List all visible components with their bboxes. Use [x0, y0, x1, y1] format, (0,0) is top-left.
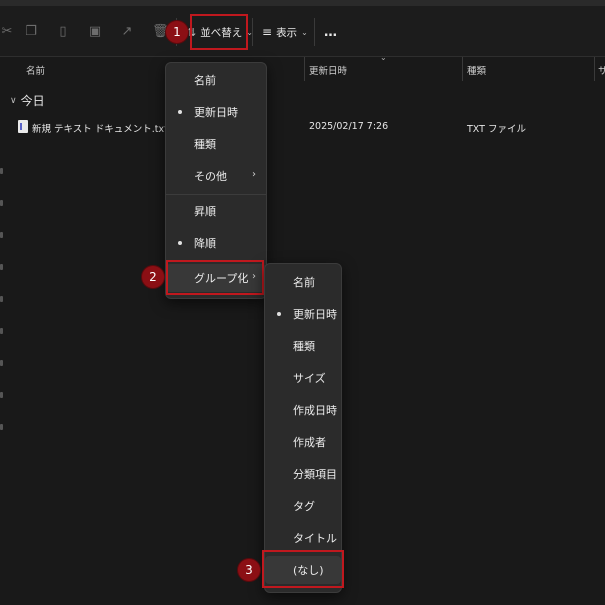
chevron-down-icon: ∨ [10, 95, 17, 106]
navigation-pane-edge [0, 160, 6, 440]
rename-icon[interactable]: ▣ [88, 24, 102, 40]
toolbar-separator [252, 18, 253, 46]
group-menu-item-name[interactable]: 名前 [265, 268, 341, 296]
menu-separator [166, 194, 266, 195]
file-name: 新規 テキスト ドキュメント.txt [32, 124, 168, 135]
none-option-highlight [262, 550, 344, 588]
nav-chevron-icon[interactable] [0, 328, 3, 334]
sort-menu-item-modified[interactable]: 更新日時 [166, 98, 266, 126]
view-button[interactable]: ≡ 表示 ⌄ [262, 21, 308, 43]
chevron-down-icon: ⌄ [301, 27, 308, 37]
chevron-right-icon: › [252, 169, 256, 180]
more-icon: … [324, 24, 337, 40]
nav-chevron-icon[interactable] [0, 200, 3, 206]
sort-menu-item-name[interactable]: 名前 [166, 66, 266, 94]
scissors-icon[interactable]: ✂ [0, 24, 14, 40]
menu-item-label: タグ [293, 500, 315, 513]
nav-chevron-icon[interactable] [0, 232, 3, 238]
menu-item-label: 名前 [194, 74, 216, 87]
group-by-submenu: 名前 更新日時 種類 サイズ 作成日時 作成者 分類項目 タグ タイトル (なし… [264, 263, 342, 593]
sort-menu-item-ascending[interactable]: 昇順 [166, 197, 266, 225]
column-divider[interactable] [304, 57, 305, 81]
nav-chevron-icon[interactable] [0, 424, 3, 430]
column-header-name[interactable]: 名前 [26, 63, 45, 77]
file-row[interactable]: 新規 テキスト ドキュメント.txt 2025/02/17 7:26 TXT フ… [18, 120, 598, 136]
selected-dot-icon [277, 312, 281, 316]
group-menu-item-category[interactable]: 分類項目 [265, 460, 341, 488]
group-menu-item-created[interactable]: 作成日時 [265, 396, 341, 424]
sort-menu-item-type[interactable]: 種類 [166, 130, 266, 158]
sort-menu-item-descending[interactable]: 降順 [166, 229, 266, 257]
list-view-icon: ≡ [262, 25, 273, 39]
group-menu-item-title[interactable]: タイトル [265, 524, 341, 552]
share-icon[interactable]: ↗ [120, 24, 134, 40]
file-modified: 2025/02/17 7:26 [309, 121, 389, 132]
menu-item-label: 分類項目 [293, 468, 337, 481]
selected-dot-icon [178, 241, 182, 245]
delete-icon[interactable]: 🗑 [152, 24, 169, 40]
menu-item-label: 名前 [293, 276, 315, 289]
sort-button-highlight [190, 14, 248, 50]
command-bar: ✂ ❐ ▯ ▣ ↗ 🗑 ⇅ 並べ替え ⌄ ≡ 表示 ⌄ … [0, 6, 605, 57]
group-label: 今日 [20, 94, 45, 108]
selected-dot-icon [178, 110, 182, 114]
text-file-icon [18, 120, 28, 133]
menu-item-label: 更新日時 [293, 308, 337, 321]
group-menu-item-modified[interactable]: 更新日時 [265, 300, 341, 328]
nav-chevron-icon[interactable] [0, 168, 3, 174]
view-button-label: 表示 [276, 26, 298, 39]
paste-icon[interactable]: ▯ [56, 24, 70, 40]
column-divider[interactable] [462, 57, 463, 81]
menu-item-label: 降順 [194, 237, 216, 250]
file-type: TXT ファイル [467, 124, 526, 135]
menu-item-label: 更新日時 [194, 106, 238, 119]
menu-item-label: 種類 [293, 340, 315, 353]
copy-icon[interactable]: ❐ [24, 24, 38, 40]
toolbar-separator [314, 18, 315, 46]
group-by-highlight [166, 260, 264, 295]
group-menu-item-type[interactable]: 種類 [265, 332, 341, 360]
column-divider[interactable] [594, 57, 595, 81]
nav-chevron-icon[interactable] [0, 392, 3, 398]
step-badge-2: 2 [142, 266, 164, 288]
nav-chevron-icon[interactable] [0, 264, 3, 270]
nav-chevron-icon[interactable] [0, 360, 3, 366]
step-badge-1: 1 [166, 21, 188, 43]
more-button[interactable]: … [324, 21, 337, 43]
group-menu-item-tags[interactable]: タグ [265, 492, 341, 520]
step-badge-3: 3 [238, 559, 260, 581]
menu-item-label: 昇順 [194, 205, 216, 218]
menu-item-label: その他 [194, 170, 227, 183]
group-menu-item-author[interactable]: 作成者 [265, 428, 341, 456]
menu-item-label: 作成者 [293, 436, 326, 449]
menu-item-label: 種類 [194, 138, 216, 151]
sort-caret-icon: ⌄ [380, 53, 387, 62]
group-header-today[interactable]: ∨ 今日 [10, 92, 45, 109]
column-header-size[interactable]: サ [598, 63, 605, 77]
menu-item-label: サイズ [293, 372, 326, 385]
column-header-row: 名前 ⌄ 更新日時 種類 サ [0, 53, 605, 81]
column-header-type[interactable]: 種類 [467, 63, 486, 77]
nav-chevron-icon[interactable] [0, 296, 3, 302]
sort-menu-item-more[interactable]: その他 › [166, 162, 266, 190]
group-menu-item-size[interactable]: サイズ [265, 364, 341, 392]
menu-item-label: 作成日時 [293, 404, 337, 417]
column-header-modified[interactable]: 更新日時 [309, 63, 347, 77]
menu-item-label: タイトル [293, 532, 337, 545]
